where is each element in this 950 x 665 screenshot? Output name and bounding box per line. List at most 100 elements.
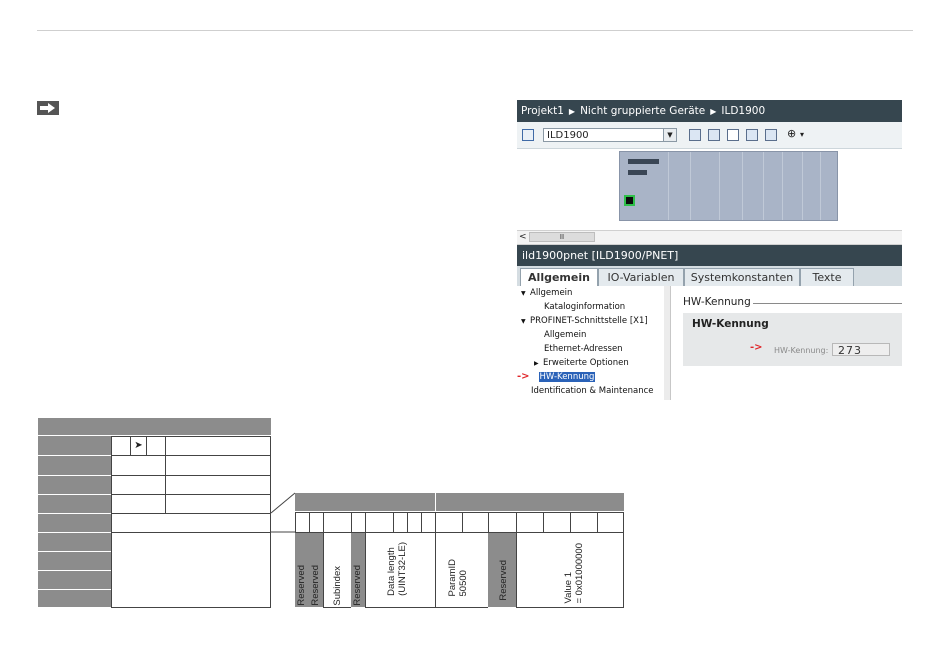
pointer-arrow-icon: -> xyxy=(517,371,530,382)
port-icon[interactable] xyxy=(624,195,635,206)
section-header: HW-Kennung xyxy=(683,296,751,308)
table-cell xyxy=(165,494,271,514)
bit-cell xyxy=(365,512,394,533)
zoom-icon[interactable]: ⊕ xyxy=(787,127,796,140)
device-label-bar xyxy=(628,170,647,175)
tab-io-variablen[interactable]: IO-Variablen xyxy=(598,268,684,286)
tree-item-label: Ethernet-Adressen xyxy=(544,344,623,354)
tree-item-ethernet[interactable]: Ethernet-Adressen xyxy=(544,343,623,355)
bit-cell xyxy=(462,512,489,533)
row-header xyxy=(38,590,111,608)
data-block-cell xyxy=(111,532,271,608)
bit-label: Value 1 = 0x01000000 xyxy=(563,542,585,604)
breadcrumb: Projekt1 ▶ Nicht gruppierte Geräte ▶ ILD1900 xyxy=(517,100,902,122)
tree-item-allgemein-2[interactable]: Allgemein xyxy=(544,329,586,341)
tia-portal-screenshot: Projekt1 ▶ Nicht gruppierte Geräte ▶ ILD1900… xyxy=(517,100,902,400)
tree-item-hw-kennung[interactable]: -> HW-Kennung xyxy=(517,371,596,383)
grid-icon[interactable] xyxy=(746,129,758,141)
zoom-dropdown-icon[interactable]: ▾ xyxy=(800,130,804,139)
table-cell xyxy=(165,475,271,495)
horizontal-scrollbar[interactable]: < II xyxy=(517,230,902,245)
row-header xyxy=(38,552,111,571)
network-icon[interactable] xyxy=(522,129,534,141)
row-header xyxy=(38,533,111,552)
table-cell xyxy=(165,436,271,456)
table-cell xyxy=(111,436,131,456)
device-canvas xyxy=(517,149,902,230)
bit-label: Subindex xyxy=(332,566,343,606)
bit-label: Reserved xyxy=(352,565,363,606)
properties-content: HW-Kennung HW-Kennung -> HW-Kennung: 273 xyxy=(671,286,902,400)
bit-cell xyxy=(488,512,517,533)
bit-cell xyxy=(323,512,352,533)
hw-kennung-group: HW-Kennung -> HW-Kennung: 273 xyxy=(683,313,902,366)
bit-label: Reserved xyxy=(296,565,307,606)
bit-cell xyxy=(309,512,324,533)
tree-item-identification[interactable]: Identification & Maintenance xyxy=(531,385,654,397)
properties-title: ild1900pnet [ILD1900/PNET] xyxy=(517,245,902,266)
bit-cell xyxy=(543,512,571,533)
tree-item-label: Allgemein xyxy=(544,330,587,340)
row-header xyxy=(38,476,111,495)
hw-kennung-label: HW-Kennung: xyxy=(774,346,829,355)
collapsed-icon[interactable]: ▶ xyxy=(534,358,543,370)
hw-kennung-field[interactable]: 273 xyxy=(832,343,890,357)
row-header xyxy=(38,514,111,533)
tree-item-erweiterte-optionen[interactable]: ▶ Erweiterte Optionen xyxy=(534,357,629,370)
table-cell xyxy=(111,455,166,476)
device-view-icon[interactable] xyxy=(689,129,701,141)
bit-cell xyxy=(351,512,366,533)
expanded-icon[interactable]: ▼ xyxy=(521,288,530,300)
table-cell xyxy=(111,494,166,514)
device-label-bar xyxy=(628,159,659,164)
expanded-icon[interactable]: ▼ xyxy=(521,316,530,328)
bit-label: Reserved xyxy=(310,565,321,606)
row-header xyxy=(38,456,111,476)
device-dropdown-value: ILD1900 xyxy=(547,130,589,141)
tab-allgemein[interactable]: Allgemein xyxy=(520,268,598,287)
overview-icon[interactable] xyxy=(708,129,720,141)
tab-texte[interactable]: Texte xyxy=(800,268,854,286)
edit-icon[interactable] xyxy=(727,129,739,141)
bit-cell xyxy=(570,512,598,533)
row-header xyxy=(38,571,111,590)
table-cell xyxy=(111,513,271,533)
tree-item-profinet[interactable]: ▼ PROFINET-Schnittstelle [X1] xyxy=(521,315,648,328)
bit-table-header xyxy=(295,493,436,512)
scroll-left-icon[interactable]: < xyxy=(519,231,527,244)
bit-label: ParamID 50500 xyxy=(447,558,469,596)
tree-item-label: Kataloginformation xyxy=(544,302,626,312)
table-header xyxy=(38,418,271,436)
group-title: HW-Kennung xyxy=(692,318,769,330)
device-dropdown[interactable]: ILD1900 ▼ xyxy=(543,128,677,142)
bit-cell xyxy=(393,512,408,533)
breadcrumb-item[interactable]: Projekt1 xyxy=(521,105,564,117)
breadcrumb-item[interactable]: ILD1900 xyxy=(721,105,765,117)
scroll-thumb[interactable]: II xyxy=(529,232,595,242)
bit-label: Data length (UINT32-LE) xyxy=(386,542,408,596)
tree-item-kataloginformation[interactable]: Kataloginformation xyxy=(544,301,625,313)
bit-cell xyxy=(435,512,463,533)
table-icon[interactable] xyxy=(765,129,777,141)
chevron-down-icon[interactable]: ▼ xyxy=(663,129,676,141)
tree-item-label: Erweiterte Optionen xyxy=(543,358,629,368)
tree-item-label: Identification & Maintenance xyxy=(531,386,654,396)
table-cell xyxy=(146,436,166,456)
tab-systemkonstanten[interactable]: Systemkonstanten xyxy=(684,268,800,286)
tree-item-label: Allgemein xyxy=(530,288,573,298)
tree-item-allgemein[interactable]: ▼ Allgemein xyxy=(521,287,572,300)
device-toolbar: ILD1900 ▼ ⊕ ▾ xyxy=(517,122,902,149)
page-rule xyxy=(37,30,913,31)
tree-item-label: PROFINET-Schnittstelle [X1] xyxy=(530,316,648,326)
row-header xyxy=(38,436,111,456)
bit-table-header xyxy=(436,493,624,512)
tree-item-label: HW-Kennung xyxy=(538,372,596,382)
device-rack[interactable] xyxy=(619,151,838,221)
bit-cell xyxy=(516,512,544,533)
tree-scrollbar[interactable] xyxy=(664,286,670,400)
bit-cell xyxy=(295,512,310,533)
breadcrumb-separator-icon: ▶ xyxy=(710,107,717,116)
cursor-arrow-icon: ➤ xyxy=(130,436,147,456)
row-header xyxy=(38,495,111,514)
breadcrumb-item[interactable]: Nicht gruppierte Geräte xyxy=(580,105,705,117)
